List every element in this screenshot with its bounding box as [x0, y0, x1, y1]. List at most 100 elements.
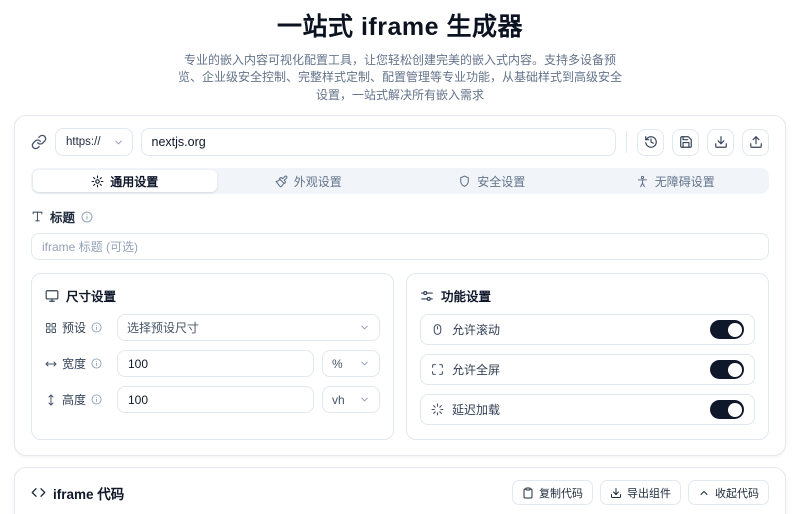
- width-row: 宽度 %: [45, 350, 380, 377]
- code-header: iframe 代码 复制代码 导出组件 收起代码: [31, 480, 769, 505]
- shield-icon: [458, 175, 471, 188]
- upload-icon: [749, 135, 763, 149]
- divider: [626, 131, 627, 153]
- chevron-down-icon: [359, 358, 370, 369]
- move-vertical-icon: [45, 394, 57, 406]
- tab-general[interactable]: 通用设置: [33, 170, 217, 192]
- feature-panel-title: 功能设置: [441, 286, 491, 305]
- feature-label-text: 允许滚动: [452, 321, 500, 338]
- feature-panel: 功能设置 允许滚动 允许全屏: [406, 273, 769, 440]
- collapse-code-button[interactable]: 收起代码: [688, 480, 769, 505]
- feature-row-scrolling: 允许滚动: [420, 314, 755, 345]
- export-component-label: 导出组件: [627, 485, 671, 501]
- info-icon[interactable]: [91, 358, 102, 369]
- width-unit-value: %: [332, 357, 343, 371]
- tab-accessibility[interactable]: 无障碍设置: [584, 170, 768, 192]
- height-input[interactable]: [117, 386, 314, 413]
- save-config-button[interactable]: [672, 129, 699, 156]
- tab-appearance[interactable]: 外观设置: [217, 170, 401, 192]
- info-icon[interactable]: [81, 211, 93, 223]
- code-card: iframe 代码 复制代码 导出组件 收起代码 1<iframe2 src="…: [14, 467, 786, 514]
- protocol-select[interactable]: https://: [55, 128, 133, 156]
- feature-label-text: 延迟加载: [452, 401, 500, 418]
- tab-label: 安全设置: [477, 173, 525, 190]
- settings-tabs: 通用设置 外观设置 安全设置 无障碍设置: [31, 168, 769, 194]
- width-input[interactable]: [117, 350, 314, 377]
- page-title: 一站式 iframe 生成器: [14, 7, 786, 43]
- loader-icon: [431, 403, 444, 416]
- feature-row-label: 允许滚动: [431, 321, 500, 338]
- code-actions: 复制代码 导出组件 收起代码: [512, 480, 769, 505]
- tab-security[interactable]: 安全设置: [400, 170, 584, 192]
- title-field-text: 标题: [50, 207, 75, 226]
- history-icon: [644, 135, 658, 149]
- protocol-value: https://: [66, 136, 101, 148]
- chevron-up-icon: [698, 487, 710, 499]
- move-horizontal-icon: [45, 358, 57, 370]
- code-title-text: iframe 代码: [53, 483, 124, 503]
- size-panel: 尺寸设置 预设 选择预设尺寸 宽度: [31, 273, 394, 440]
- maximize-icon: [431, 363, 444, 376]
- height-label-text: 高度: [62, 391, 86, 408]
- width-label-text: 宽度: [62, 355, 86, 372]
- sliders-icon: [420, 289, 434, 303]
- collapse-code-label: 收起代码: [715, 485, 759, 501]
- allow-scrolling-toggle[interactable]: [710, 320, 744, 339]
- lazy-load-toggle[interactable]: [710, 400, 744, 419]
- tab-label: 通用设置: [110, 173, 158, 190]
- chevron-down-icon: [359, 322, 370, 333]
- copy-code-button[interactable]: 复制代码: [512, 480, 593, 505]
- info-icon[interactable]: [91, 322, 102, 333]
- preset-select[interactable]: 选择预设尺寸: [117, 314, 380, 341]
- link-icon: [31, 134, 47, 150]
- page: 一站式 iframe 生成器 专业的嵌入内容可视化配置工具，让您轻松创建完美的嵌…: [0, 7, 800, 514]
- preset-label: 预设: [45, 319, 109, 336]
- url-bar: https://: [31, 128, 769, 156]
- allow-fullscreen-toggle[interactable]: [710, 360, 744, 379]
- page-subtitle: 专业的嵌入内容可视化配置工具，让您轻松创建完美的嵌入式内容。支持多设备预览、企业…: [174, 52, 626, 104]
- paintbrush-icon: [275, 175, 288, 188]
- height-row: 高度 vh: [45, 386, 380, 413]
- clipboard-icon: [522, 487, 534, 499]
- iframe-title-input[interactable]: [31, 233, 769, 260]
- layout-grid-icon: [45, 322, 57, 334]
- tab-label: 外观设置: [294, 173, 342, 190]
- download-icon: [714, 135, 728, 149]
- url-input[interactable]: [141, 128, 616, 156]
- export-button[interactable]: [742, 129, 769, 156]
- width-unit-select[interactable]: %: [322, 350, 380, 377]
- feature-row-label: 延迟加载: [431, 401, 500, 418]
- history-button[interactable]: [637, 129, 664, 156]
- title-field-label: 标题: [31, 207, 769, 226]
- code-icon: [31, 485, 46, 500]
- monitor-icon: [45, 289, 59, 303]
- download-icon: [610, 487, 622, 499]
- export-component-button[interactable]: 导出组件: [600, 480, 681, 505]
- save-icon: [679, 135, 693, 149]
- tab-label: 无障碍设置: [655, 173, 715, 190]
- preset-label-text: 预设: [62, 319, 86, 336]
- code-card-title: iframe 代码: [31, 483, 124, 503]
- gear-icon: [91, 175, 104, 188]
- feature-panel-header: 功能设置: [420, 286, 755, 305]
- type-icon: [31, 210, 44, 223]
- feature-row-fullscreen: 允许全屏: [420, 354, 755, 385]
- feature-label-text: 允许全屏: [452, 361, 500, 378]
- size-panel-header: 尺寸设置: [45, 286, 380, 305]
- height-unit-value: vh: [332, 393, 345, 407]
- config-card: https:// 通用设置: [14, 115, 786, 456]
- chevron-down-icon: [359, 394, 370, 405]
- height-label: 高度: [45, 391, 109, 408]
- preset-row: 预设 选择预设尺寸: [45, 314, 380, 341]
- chevron-down-icon: [113, 137, 124, 148]
- size-panel-title: 尺寸设置: [66, 286, 116, 305]
- preset-select-value: 选择预设尺寸: [127, 319, 199, 336]
- width-label: 宽度: [45, 355, 109, 372]
- copy-code-label: 复制代码: [539, 485, 583, 501]
- mouse-icon: [431, 323, 444, 336]
- height-unit-select[interactable]: vh: [322, 386, 380, 413]
- import-button[interactable]: [707, 129, 734, 156]
- feature-row-lazyload: 延迟加载: [420, 394, 755, 425]
- accessibility-icon: [636, 175, 649, 188]
- info-icon[interactable]: [91, 394, 102, 405]
